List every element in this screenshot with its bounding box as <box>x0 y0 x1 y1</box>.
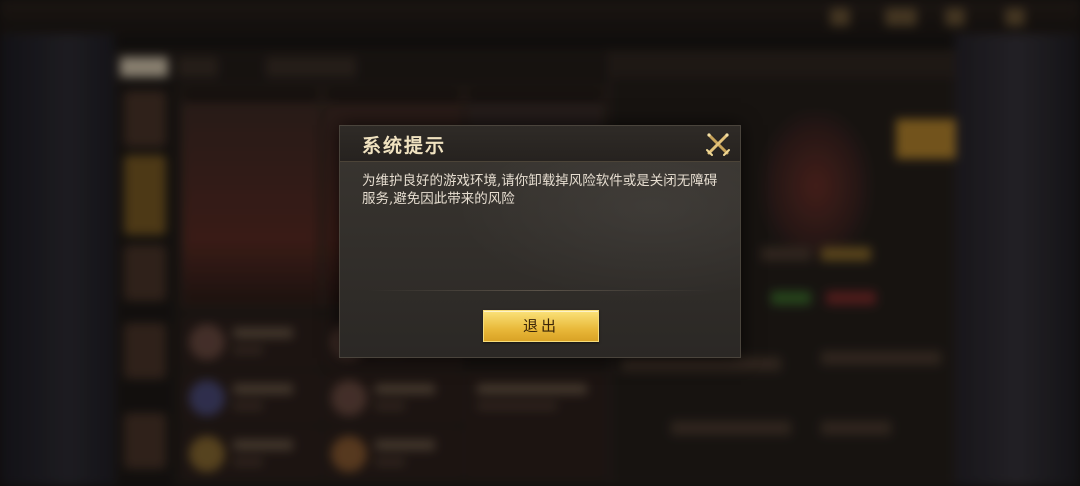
dialog-message: 为维护良好的游戏环境,请你卸载掉风险软件或是关闭无障碍服务,避免因此带来的风险 <box>362 173 718 207</box>
dialog-divider <box>368 290 712 291</box>
crossed-swords-close-icon <box>706 133 730 156</box>
close-button[interactable] <box>704 130 732 158</box>
exit-button[interactable]: 退出 <box>483 310 599 342</box>
dialog-title: 系统提示 <box>362 135 447 157</box>
system-prompt-dialog: 系统提示 为维护良好的游戏环境,请你卸载掉风险软件或是关闭无障碍服务,避免因此带… <box>339 125 741 358</box>
dialog-header: 系统提示 <box>340 126 740 162</box>
